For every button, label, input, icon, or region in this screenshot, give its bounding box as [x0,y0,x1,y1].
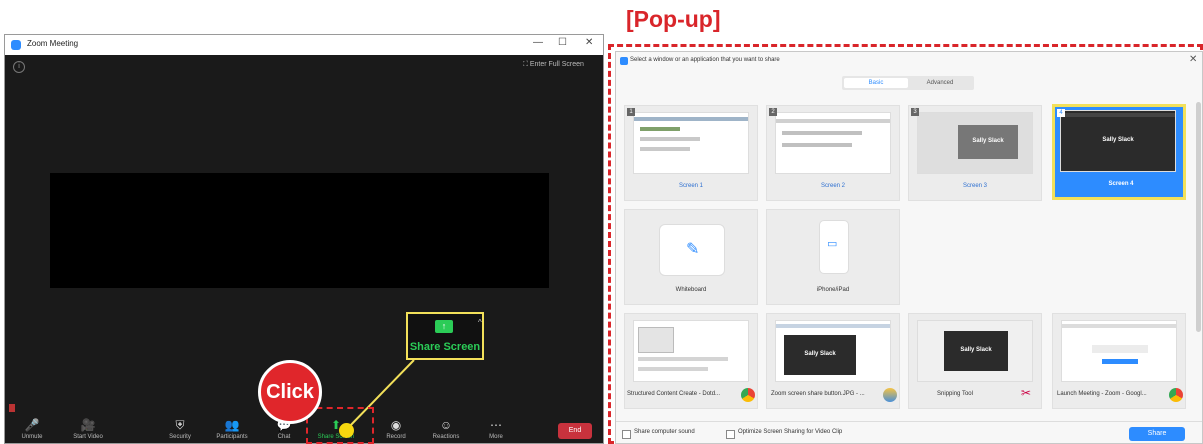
share-sound-checkbox[interactable] [622,430,631,439]
whiteboard-tile[interactable]: ✎ Whiteboard [624,209,758,305]
participant-name: Sally Slack [1102,137,1134,143]
tile-label: Structured Content Create - Dotd... [627,391,721,397]
toolbar-item-record[interactable]: ◉ Record [371,415,421,443]
participant-name: Sally Slack [804,351,836,357]
scrollbar[interactable] [1196,102,1201,332]
fullscreen-icon: ⛶ [523,61,530,68]
share-screen-callout: ↑ ^ Share Screen [406,312,484,360]
zoom-titlebar: Zoom Meeting — ☐ ✕ [5,35,603,56]
chrome-icon [741,388,755,402]
dialog-title: Select a window or an application that y… [630,57,780,63]
screen-tile-3[interactable]: Sally Slack 3 Screen 3 [908,105,1042,201]
share-button[interactable]: Share [1129,427,1185,441]
airplay-icon: ▭ [827,238,838,250]
toolbar-item-more[interactable]: ⋯ More [471,415,521,443]
iphone-ipad-tile[interactable]: ▭ iPhone/iPad [766,209,900,305]
pen-icon: ✎ [686,241,700,258]
app-thumbnail: Sally Slack [917,320,1033,382]
video-off-icon: 🎥 [80,418,96,432]
end-button[interactable]: End [558,423,592,439]
screen-tile-1[interactable]: 1 Screen 1 [624,105,758,201]
toolbar-label: Reactions [432,434,460,440]
toolbar-label: Record [386,434,406,440]
app-tile-zoom-screenshot[interactable]: Sally Slack Zoom screen share button.JPG… [766,313,900,409]
toolbar-item-participants[interactable]: 👥 Participants [207,415,257,443]
click-badge: Click [258,360,322,424]
record-icon: ◉ [390,418,402,432]
toolbar-label: Chat [277,434,291,440]
toolbar-item-reactions[interactable]: ☺ Reactions [421,415,471,443]
mic-indicator-icon [9,404,15,412]
callout-label: Share Screen [409,341,481,353]
zoom-app-icon [620,57,628,65]
tile-label: Snipping Tool [937,391,973,397]
dialog-footer: Share computer sound Optimize Screen Sha… [616,421,1202,443]
popup-heading: [Pop-up] [626,6,721,32]
screen-thumbnail [633,112,749,174]
tile-label: Whiteboard [675,287,707,293]
more-icon: ⋯ [490,418,502,432]
app-tile-snipping-tool[interactable]: Sally Slack Snipping Tool ✂ [908,313,1042,409]
toolbar-label: Security [169,434,191,440]
tile-label: iPhone/iPad [816,287,850,293]
participant-name: Sally Slack [960,347,992,353]
window-title: Zoom Meeting [27,39,79,48]
cursor-dot [339,423,354,438]
screen-number: 3 [911,108,919,116]
caret-up-icon: ^ [478,318,482,327]
toolbar-item-unmute[interactable]: 🎤 Unmute [7,415,57,443]
info-icon[interactable]: i [13,61,25,73]
screen-number: 4 [1057,109,1065,117]
app-thumbnail [1061,320,1177,382]
screen-number: 1 [627,108,635,116]
close-button[interactable]: ✕ [585,37,593,48]
toolbar-label: More [489,434,503,440]
mic-muted-icon: 🎤 [24,418,40,432]
screen-number: 2 [769,108,777,116]
toolbar-label: Participants [216,434,248,440]
screen-tile-2[interactable]: 2 Screen 2 [766,105,900,201]
chrome-icon [1169,388,1183,402]
screen-thumbnail: Sally Slack [1060,110,1176,172]
toolbar-label: Start Video [73,434,103,440]
optimize-video-label: Optimize Screen Sharing for Video Clip [738,429,843,435]
maximize-button[interactable]: ☐ [558,37,567,48]
toolbar-label: Unmute [21,434,43,440]
screen-tile-4-selected[interactable]: Sally Slack 4 Screen 4 [1052,104,1186,200]
toolbar-item-security[interactable]: ⛨ Security [155,415,205,443]
zoom-logo-icon [11,40,21,50]
shield-icon: ⛨ [175,418,185,432]
screen-thumbnail [775,112,891,174]
close-icon[interactable]: ✕ [1189,54,1197,65]
tab-advanced[interactable]: Advanced [908,78,972,88]
app-tile-launch-meeting[interactable]: Launch Meeting - Zoom - Googl... [1052,313,1186,409]
reactions-icon: ☺ [439,418,453,432]
app-tile-dotdash[interactable]: Structured Content Create - Dotd... [624,313,758,409]
tile-label: Screen 4 [1108,181,1134,187]
share-sound-label: Share computer sound [634,429,695,435]
share-screen-icon: ↑ [435,320,453,333]
participant-name: Sally Slack [972,138,1004,144]
enter-full-screen-button[interactable]: ⛶ Enter Full Screen [523,61,584,69]
scissors-icon: ✂ [1021,386,1032,400]
participants-icon: 👥 [224,418,240,432]
toolbar-item-start-video[interactable]: 🎥 Start Video [63,415,113,443]
app-thumbnail: Sally Slack [775,320,891,382]
tile-label: Screen 2 [820,183,845,189]
share-screen-dialog: Select a window or an application that y… [615,51,1203,444]
app-thumbnail [633,320,749,382]
full-screen-label: Enter Full Screen [529,61,584,68]
optimize-video-checkbox[interactable] [726,430,735,439]
video-area [50,173,549,288]
tile-label: Screen 1 [678,183,703,189]
minimize-button[interactable]: — [533,37,543,48]
screen-thumbnail: Sally Slack [917,112,1033,174]
tab-bar: Basic Advanced [842,76,974,90]
tile-label: Screen 3 [962,183,987,189]
tab-basic[interactable]: Basic [844,78,908,88]
